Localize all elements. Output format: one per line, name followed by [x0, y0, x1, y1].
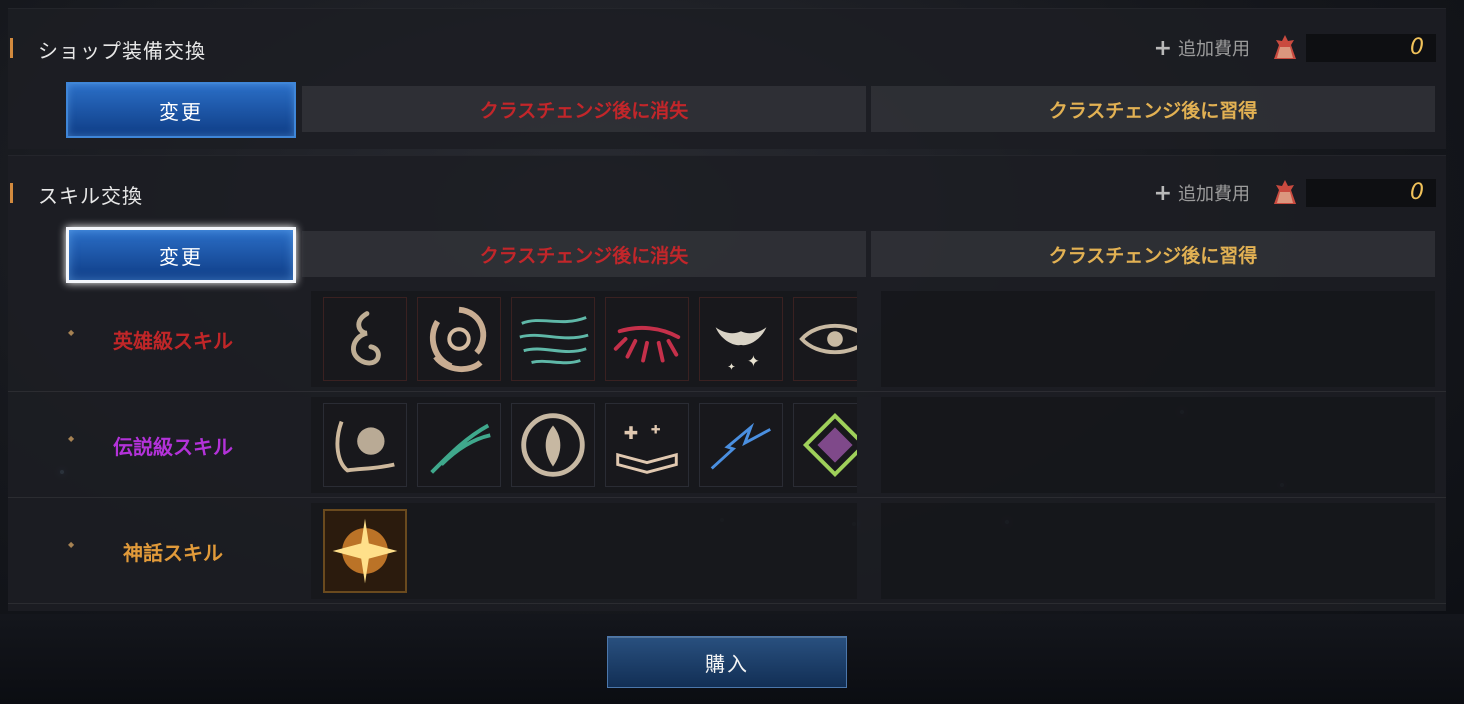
vortex-icon[interactable]: [417, 297, 501, 381]
svg-text:✦: ✦: [727, 362, 735, 373]
spellbook-icon[interactable]: ✚ ✚: [605, 403, 689, 487]
legend-gain-slot: [881, 397, 1435, 493]
red-feather-icon[interactable]: [605, 297, 689, 381]
wing-strike-icon[interactable]: [417, 403, 501, 487]
skill-section-title: スキル交換: [10, 180, 143, 209]
currency-pouch-icon: [1268, 176, 1302, 210]
legend-skill-label: 伝説級スキル: [68, 431, 278, 460]
plus-icon: +: [1153, 180, 1172, 206]
shop-gain-after-change: クラスチェンジ後に習得: [871, 86, 1435, 132]
add-cost-label: 追加費用: [1178, 39, 1250, 60]
skill-gain-after-change: クラスチェンジ後に習得: [871, 231, 1435, 277]
currency-pouch-icon: [1268, 31, 1302, 65]
hero-skill-icons: ✦ ✦: [311, 291, 857, 387]
claw-burst-icon[interactable]: [323, 403, 407, 487]
holy-hands-icon[interactable]: ✦ ✦: [699, 297, 783, 381]
skill-lose-after-change: クラスチェンジ後に消失: [302, 231, 866, 277]
eye-icon[interactable]: [793, 297, 857, 381]
myth-gain-slot: [881, 503, 1435, 599]
plus-icon: +: [1153, 35, 1172, 61]
shop-section-title: ショップ装備交換: [10, 35, 206, 64]
skill-change-button[interactable]: 変更: [66, 227, 296, 283]
shop-add-cost: + 追加費用 0: [1154, 33, 1436, 63]
svg-text:✦: ✦: [747, 352, 760, 370]
add-cost-label: 追加費用: [1178, 184, 1250, 205]
lightning-wing-icon[interactable]: [699, 403, 783, 487]
flame-swirl-icon[interactable]: [323, 297, 407, 381]
legend-skill-row: 伝説級スキル ✚✚: [8, 393, 1446, 498]
buy-button[interactable]: 購入: [607, 636, 847, 688]
prism-crystal-icon[interactable]: [793, 403, 857, 487]
shop-exchange-panel: ショップ装備交換 + 追加費用 0 変更 クラスチェンジ後に消失 クラスチェンジ…: [8, 8, 1446, 149]
wind-lines-icon[interactable]: [511, 297, 595, 381]
hero-skill-row: 英雄級スキル ✦✦: [8, 287, 1446, 392]
myth-skill-icons: [311, 503, 857, 599]
add-cost-value: 0: [1306, 179, 1436, 207]
legend-skill-icons: ✚ ✚: [311, 397, 857, 493]
myth-skill-row: 神話スキル: [8, 499, 1446, 604]
skill-exchange-panel: スキル交換 + 追加費用 0 変更 クラスチェンジ後に消失 クラスチェンジ後に習…: [8, 155, 1446, 611]
myth-skill-label: 神話スキル: [68, 537, 278, 566]
shop-lose-after-change: クラスチェンジ後に消失: [302, 86, 866, 132]
shop-change-button[interactable]: 変更: [66, 82, 296, 138]
add-cost-value: 0: [1306, 34, 1436, 62]
golden-explosion-icon[interactable]: [323, 509, 407, 593]
shield-sigil-icon[interactable]: [511, 403, 595, 487]
hero-gain-slot: [881, 291, 1435, 387]
skill-add-cost: + 追加費用 0: [1154, 178, 1436, 208]
svg-text:✚: ✚: [624, 424, 639, 444]
hero-skill-label: 英雄級スキル: [68, 325, 278, 354]
svg-text:✚: ✚: [651, 422, 661, 436]
